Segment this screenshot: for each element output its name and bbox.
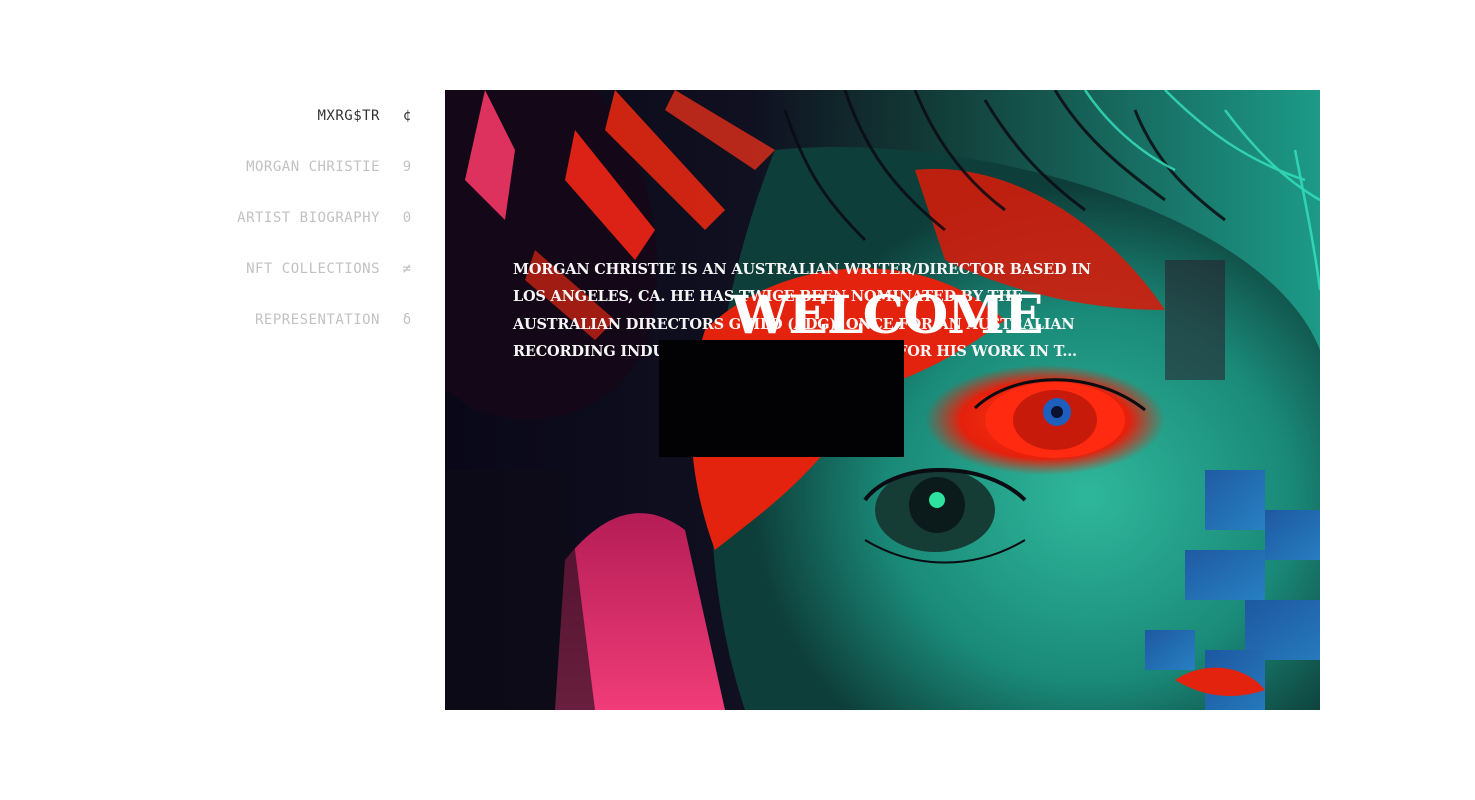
welcome-headline: WELCOME xyxy=(731,285,1043,346)
not-equal-glyph-icon: ≠ xyxy=(402,261,412,277)
nav-item-home[interactable]: MXRG$TR ¢ xyxy=(0,104,416,155)
zero-glyph-icon: 0 xyxy=(402,210,412,226)
hero-artwork: MORGAN CHRISTIE IS AN AUSTRALIAN WRITER/… xyxy=(445,90,1320,710)
nav-item-label: MXRG$TR xyxy=(317,108,380,124)
nav-item-nft-collections[interactable]: NFT COLLECTIONS ≠ xyxy=(0,257,416,308)
nav-item-label: NFT COLLECTIONS xyxy=(246,261,380,277)
nine-glyph-icon: 9 xyxy=(402,159,412,175)
nav-item-label: ARTIST BIOGRAPHY xyxy=(237,210,380,226)
nav-item-label: REPRESENTATION xyxy=(254,312,380,328)
sidebar-nav: MXRG$TR ¢ MORGAN CHRISTIE 9 ARTIST BIOGR… xyxy=(0,104,416,359)
nav-item-morgan-christie[interactable]: MORGAN CHRISTIE 9 xyxy=(0,155,416,206)
glitch-overlay-block xyxy=(659,340,904,457)
nav-item-representation[interactable]: REPRESENTATION δ xyxy=(0,308,416,359)
nav-item-artist-biography[interactable]: ARTIST BIOGRAPHY 0 xyxy=(0,206,416,257)
nav-item-label: MORGAN CHRISTIE xyxy=(246,159,380,175)
delta-glyph-icon: δ xyxy=(402,312,412,328)
cent-glyph-icon: ¢ xyxy=(402,108,412,124)
